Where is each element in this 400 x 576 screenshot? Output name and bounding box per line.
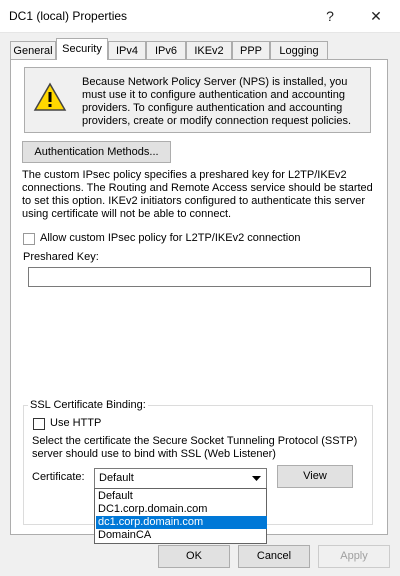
ssl-group-label: SSL Certificate Binding: [28,399,148,411]
cancel-button[interactable]: Cancel [238,545,310,568]
help-button[interactable]: ? [318,6,342,26]
warning-icon [33,82,67,111]
preshared-key-label: Preshared Key: [23,251,99,263]
allow-custom-ipsec-label: Allow custom IPsec policy for L2TP/IKEv2… [40,232,301,244]
tab-ipv6[interactable]: IPv6 [146,41,186,59]
use-http-checkbox[interactable] [33,418,45,430]
tab-general[interactable]: General [10,41,56,59]
use-http-label: Use HTTP [50,417,102,429]
apply-button[interactable]: Apply [318,545,390,568]
window-title: DC1 (local) Properties [9,9,128,23]
certificate-option[interactable]: Default [96,490,267,503]
title-bar: DC1 (local) Properties ? ✕ [0,0,400,33]
ipsec-description: The custom IPsec policy specifies a pres… [22,169,373,220]
certificate-option[interactable]: DomainCA [96,529,267,542]
certificate-option[interactable]: DC1.corp.domain.com [96,503,267,516]
view-certificate-button[interactable]: View [277,465,353,488]
tab-ikev2[interactable]: IKEv2 [186,41,232,59]
tab-ipv4[interactable]: IPv4 [108,41,146,59]
authentication-methods-button[interactable]: Authentication Methods... [22,141,171,163]
certificate-combobox[interactable]: Default [94,468,267,489]
chevron-down-icon [252,476,261,481]
nps-notice-text: Because Network Policy Server (NPS) is i… [82,76,352,127]
nps-notice: Because Network Policy Server (NPS) is i… [24,67,371,133]
sstp-description: Select the certificate the Secure Socket… [32,435,358,460]
tab-ppp[interactable]: PPP [232,41,270,59]
ok-button[interactable]: OK [158,545,230,568]
tab-security[interactable]: Security [56,38,108,60]
certificate-option-highlighted[interactable]: dc1.corp.domain.com [96,516,267,529]
tab-logging[interactable]: Logging [270,41,328,59]
preshared-key-input[interactable] [28,267,371,287]
certificate-label: Certificate: [32,471,85,483]
allow-custom-ipsec-checkbox[interactable] [23,233,35,245]
certificate-selected-value: Default [99,472,134,484]
close-button[interactable]: ✕ [364,6,388,26]
certificate-dropdown-list: Default DC1.corp.domain.com dc1.corp.dom… [94,488,267,544]
